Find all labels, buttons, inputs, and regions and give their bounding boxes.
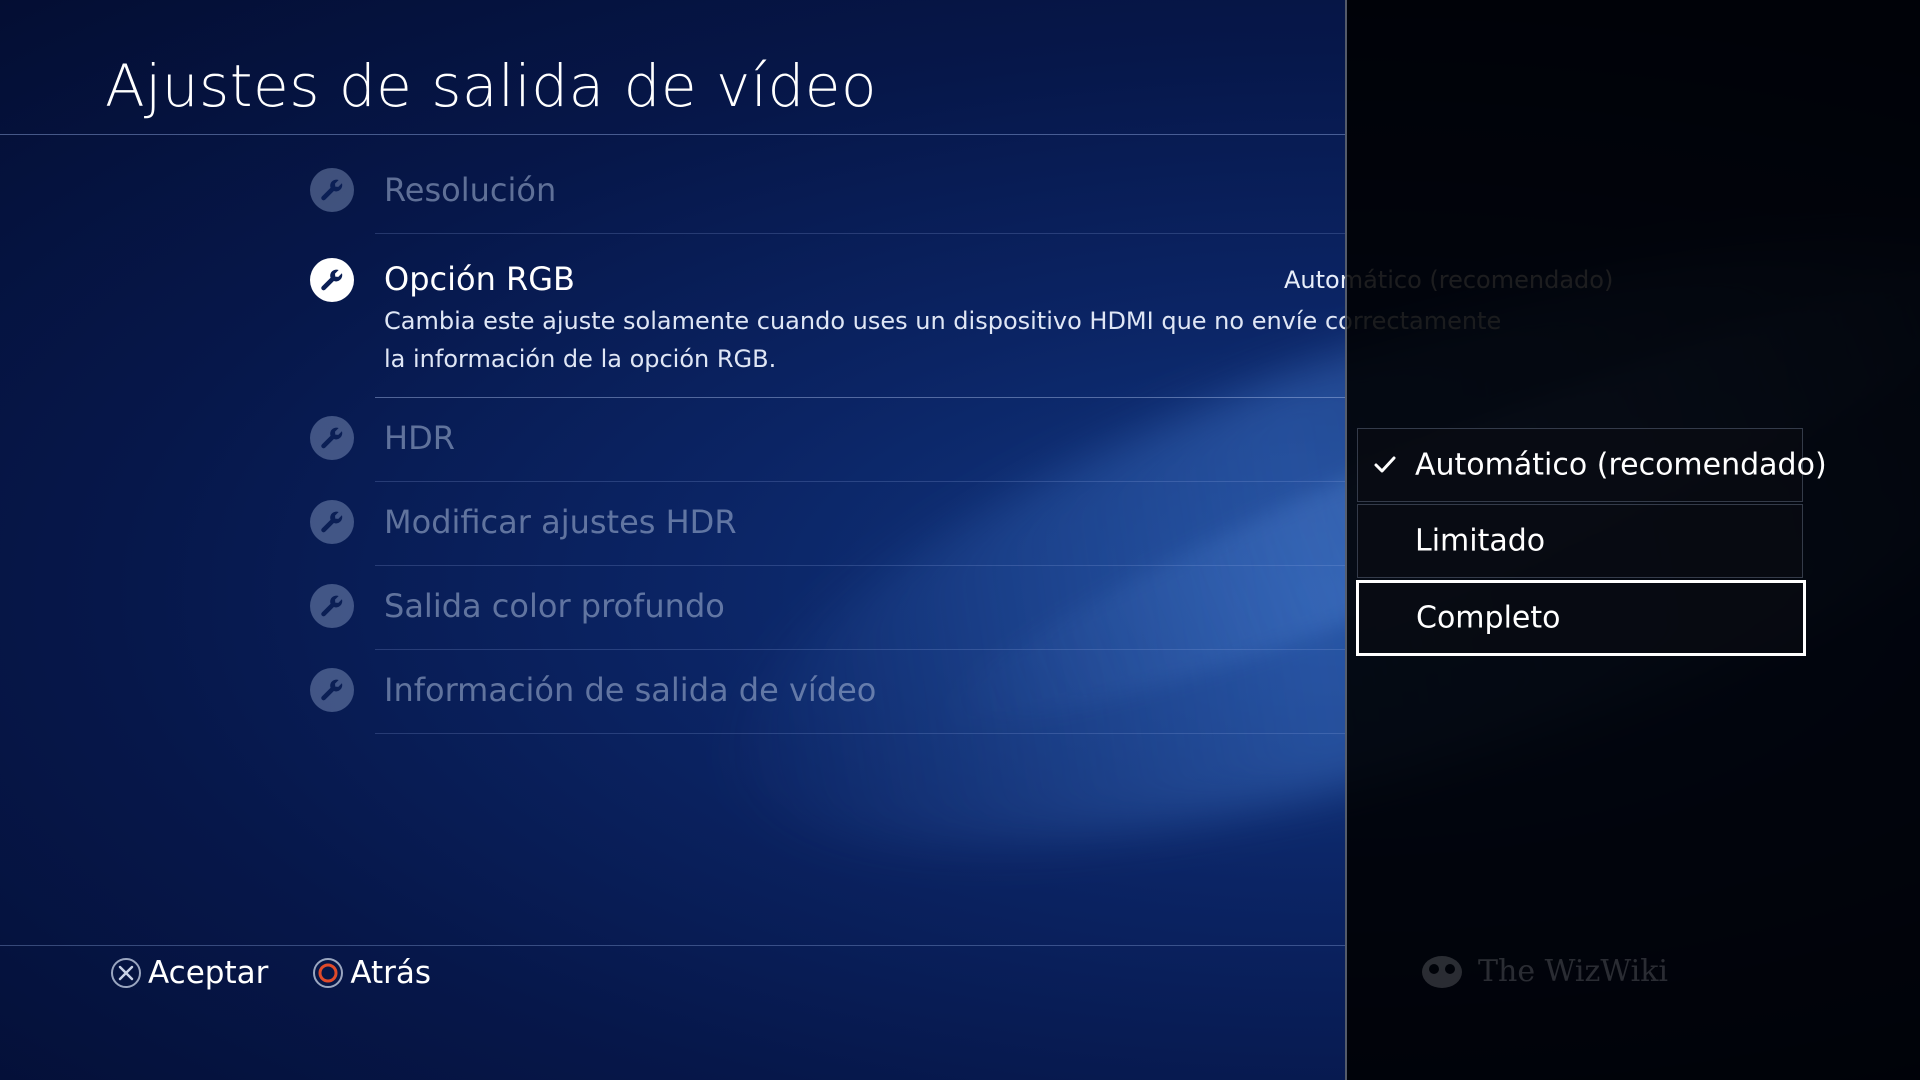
back-button[interactable]: Atrás: [312, 955, 431, 991]
menu-item-label: Modificar ajustes HDR: [384, 503, 737, 541]
wrench-icon: [310, 584, 354, 628]
menu-item-description: Cambia este ajuste solamente cuando uses…: [384, 307, 1502, 373]
wrench-icon: [310, 668, 354, 712]
menu-item-salida-color-profundo[interactable]: Salida color profundo: [300, 566, 1345, 650]
watermark: The WizWiki: [1418, 952, 1668, 990]
owl-logo-icon: [1422, 956, 1462, 988]
menu-item-resolucion[interactable]: Resolución: [300, 150, 1345, 234]
option-label: Limitado: [1415, 523, 1546, 559]
page-title: Ajustes de salida de vídeo: [105, 52, 877, 120]
checkmark-icon: [1374, 456, 1396, 473]
menu-item-modificar-ajustes-hdr[interactable]: Modificar ajustes HDR: [300, 482, 1345, 566]
menu-item-label: HDR: [384, 419, 455, 457]
option-limitado[interactable]: Limitado: [1357, 504, 1803, 578]
menu-item-label: Opción RGB: [384, 260, 575, 298]
wrench-icon: [310, 416, 354, 460]
option-automatico[interactable]: Automático (recomendado): [1357, 428, 1827, 502]
wrench-icon: [310, 500, 354, 544]
screen: Ajustes de salida de vídeo Resolución Op…: [0, 0, 1920, 1080]
button-guide: Aceptar Atrás: [110, 950, 475, 996]
circle-button-icon: [313, 958, 344, 988]
menu-item-label: Resolución: [384, 171, 557, 209]
title-divider: [0, 134, 1345, 135]
option-completo[interactable]: Completo: [1356, 580, 1806, 656]
menu-divider: [375, 733, 1345, 734]
accept-button[interactable]: Aceptar: [110, 955, 268, 991]
rgb-options-list: Automático (recomendado) Limitado Comple…: [1356, 428, 1827, 658]
option-label: Completo: [1416, 600, 1561, 636]
option-label: Automático (recomendado): [1415, 447, 1827, 483]
wrench-icon: [310, 168, 354, 212]
menu-item-hdr[interactable]: HDR: [300, 398, 1345, 482]
footer-divider: [0, 945, 1345, 946]
accept-label: Aceptar: [148, 955, 269, 991]
menu-item-label: Salida color profundo: [384, 587, 725, 625]
menu-item-informacion-salida-video[interactable]: Información de salida de vídeo: [300, 650, 1345, 734]
back-label: Atrás: [350, 955, 432, 991]
watermark-text: The WizWiki: [1478, 953, 1669, 989]
settings-menu: Resolución Opción RGB Automático (recome…: [300, 150, 1613, 734]
wrench-icon: [310, 258, 354, 302]
cross-button-icon: [111, 958, 141, 988]
menu-item-opcion-rgb[interactable]: Opción RGB Automático (recomendado) Camb…: [300, 234, 1613, 398]
menu-item-label: Información de salida de vídeo: [384, 671, 877, 709]
